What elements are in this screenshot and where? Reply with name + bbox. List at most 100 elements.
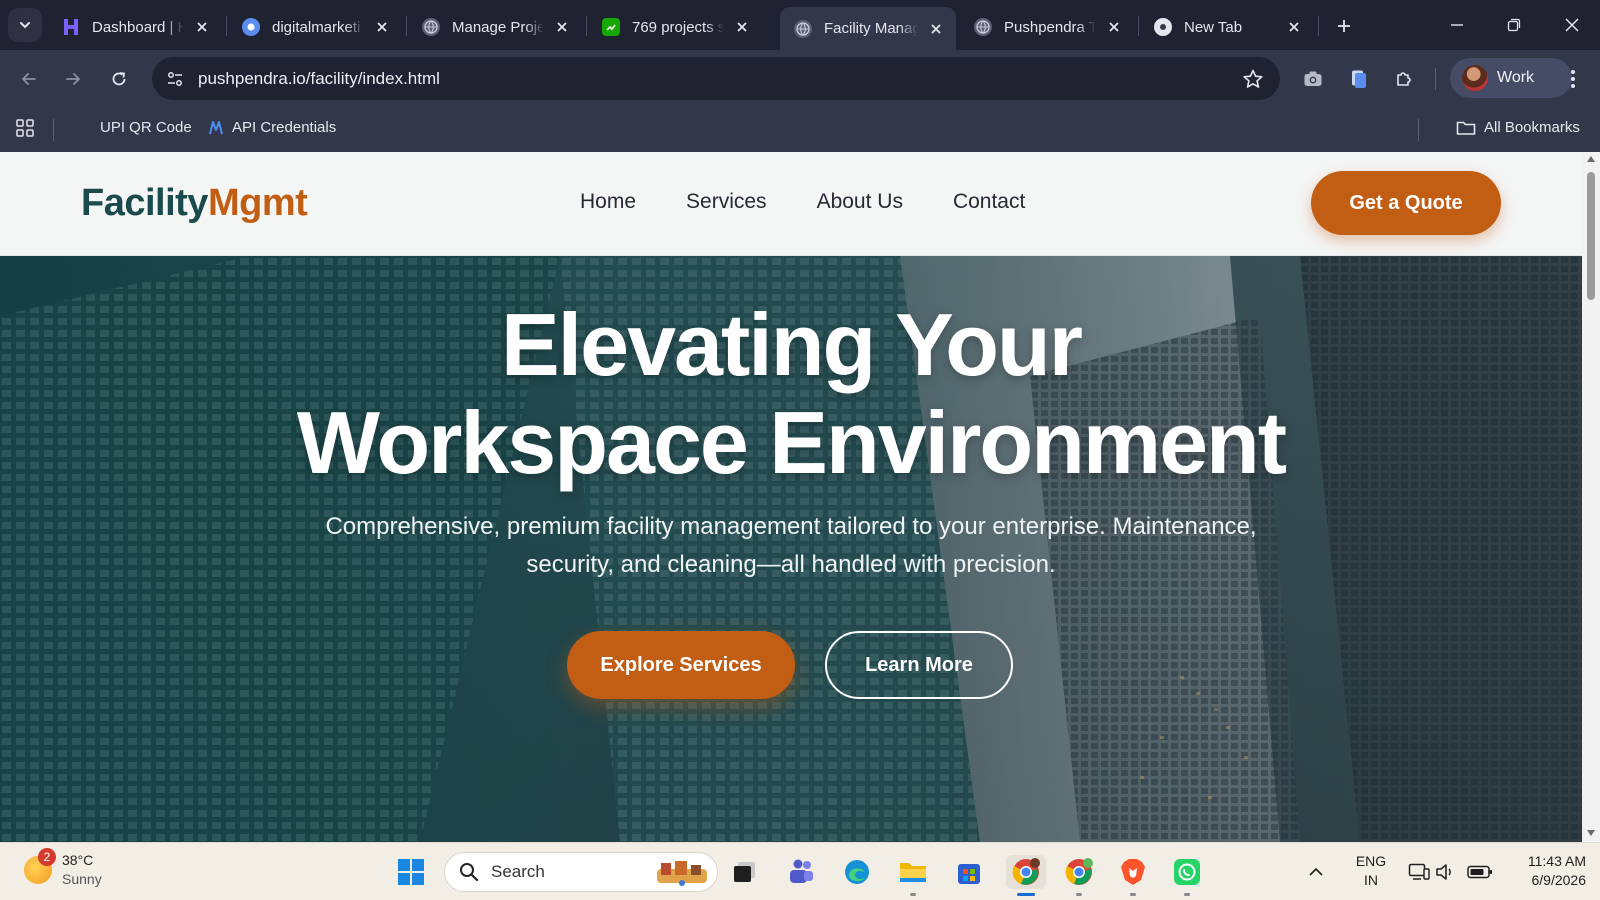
tab-separator — [226, 16, 227, 36]
new-tab-button[interactable] — [1332, 14, 1356, 38]
forward-button[interactable] — [58, 64, 88, 94]
edge-app-button[interactable] — [840, 855, 874, 889]
browser-tab[interactable]: Dashboard | H — [48, 7, 222, 47]
taskbar-search-box[interactable]: Search — [444, 852, 718, 892]
close-icon — [1565, 18, 1579, 32]
bookmark-favicon-icon — [209, 120, 223, 134]
restore-button[interactable] — [1499, 10, 1529, 40]
battery-button[interactable] — [1464, 855, 1496, 889]
whatsapp-icon — [1174, 859, 1200, 885]
windows-logo-icon — [398, 859, 424, 885]
close-tab-icon[interactable] — [926, 19, 946, 39]
page-viewport: FacilityMgmt Home Services About Us Cont… — [0, 152, 1582, 842]
running-indicator-active — [1017, 893, 1035, 896]
close-tab-icon[interactable] — [1284, 17, 1304, 37]
learn-more-button[interactable]: Learn More — [825, 631, 1013, 699]
close-tab-icon[interactable] — [552, 17, 572, 37]
weather-widget[interactable]: 2 38°C Sunny — [24, 848, 102, 889]
chrome-app-button-active[interactable] — [1006, 855, 1046, 889]
extensions-button[interactable] — [1389, 64, 1419, 94]
chrome-profile-app-button[interactable] — [1062, 855, 1096, 889]
close-tab-icon[interactable] — [372, 17, 392, 37]
region-code: IN — [1364, 872, 1378, 888]
language-indicator[interactable]: ENG IN — [1354, 852, 1388, 890]
bookmarks-bar: UPI QR Code API Credentials All Bookmark… — [0, 107, 1600, 152]
hero-title: Elevating Your Workspace Environment — [0, 296, 1582, 492]
restore-icon — [1507, 18, 1521, 32]
whatsapp-app-button[interactable] — [1170, 855, 1204, 889]
network-status-button[interactable] — [1406, 855, 1432, 889]
nav-link-home[interactable]: Home — [580, 190, 636, 214]
site-header: FacilityMgmt Home Services About Us Cont… — [0, 152, 1582, 256]
browser-tab[interactable]: New Tab — [1140, 7, 1314, 47]
folder-icon — [1456, 121, 1476, 135]
close-tab-icon[interactable] — [732, 17, 752, 37]
site-settings-icon[interactable] — [166, 70, 184, 88]
nav-link-services[interactable]: Services — [686, 190, 767, 214]
scroll-up-icon[interactable] — [1586, 154, 1596, 164]
brave-lion-icon — [1121, 859, 1145, 885]
start-button[interactable] — [394, 855, 428, 889]
tab-separator — [1318, 16, 1319, 36]
edge-icon — [845, 860, 869, 884]
close-window-button[interactable] — [1557, 10, 1587, 40]
plus-icon — [1338, 20, 1350, 32]
profile-button[interactable]: Work — [1450, 58, 1572, 98]
get-a-quote-button[interactable]: Get a Quote — [1311, 171, 1501, 235]
back-button[interactable] — [14, 64, 44, 94]
address-bar[interactable]: pushpendra.io/facility/index.html — [152, 57, 1280, 100]
nav-link-contact[interactable]: Contact — [953, 190, 1025, 214]
explore-services-button[interactable]: Explore Services — [567, 631, 795, 699]
tab-search-button[interactable] — [8, 8, 42, 42]
site-logo[interactable]: FacilityMgmt — [81, 182, 308, 225]
scrollbar-thumb[interactable] — [1587, 172, 1595, 300]
hero-subtitle: Comprehensive, premium facility manageme… — [325, 513, 1257, 578]
page-scrollbar[interactable] — [1582, 152, 1600, 842]
browser-tab[interactable]: digitalmarketi — [228, 7, 402, 47]
globe-icon — [422, 18, 440, 36]
close-tab-icon[interactable] — [192, 17, 212, 37]
bookmark-upi-qr-code[interactable]: UPI QR Code — [100, 119, 192, 136]
browser-tab-active[interactable]: Facility Manag — [780, 7, 956, 50]
globe-icon — [974, 18, 992, 36]
volume-button[interactable] — [1432, 855, 1458, 889]
all-bookmarks-button[interactable]: All Bookmarks — [1456, 119, 1580, 136]
scroll-down-icon[interactable] — [1586, 828, 1596, 838]
battery-icon — [1467, 865, 1492, 879]
folder-icon — [900, 863, 926, 882]
hostinger-icon — [62, 18, 80, 36]
brave-app-button[interactable] — [1116, 855, 1150, 889]
show-hidden-icons-button[interactable] — [1304, 855, 1328, 889]
browser-tab[interactable]: Pushpendra T — [960, 7, 1134, 47]
url-text[interactable]: pushpendra.io/facility/index.html — [198, 69, 440, 89]
running-indicator — [1184, 893, 1190, 896]
microsoft-store-button[interactable] — [952, 855, 986, 889]
profile-label: Work — [1497, 69, 1535, 86]
all-bookmarks-label: All Bookmarks — [1484, 119, 1580, 136]
teams-app-button[interactable] — [784, 855, 818, 889]
task-view-button[interactable] — [728, 855, 762, 889]
avatar — [1462, 65, 1488, 91]
search-highlight-icon — [657, 861, 707, 886]
bookmark-label: UPI QR Code — [100, 119, 192, 136]
browser-menu-button[interactable] — [1558, 64, 1588, 94]
apps-button[interactable] — [16, 119, 34, 137]
file-explorer-button[interactable] — [896, 855, 930, 889]
browser-tab[interactable]: 769 projects s — [588, 7, 762, 47]
screenshot-button[interactable] — [1298, 64, 1328, 94]
reload-button[interactable] — [104, 64, 134, 94]
chevron-up-icon — [1309, 867, 1323, 876]
minimize-button[interactable] — [1442, 10, 1472, 40]
nav-link-about-us[interactable]: About Us — [817, 190, 903, 214]
kebab-menu-icon — [1571, 70, 1575, 88]
tab-separator — [1138, 16, 1139, 36]
browser-tab[interactable]: Manage Proje — [408, 7, 582, 47]
speaker-icon — [1436, 864, 1451, 880]
bookmark-star-icon[interactable] — [1242, 68, 1264, 90]
site-icon — [242, 18, 260, 36]
running-indicator — [1130, 893, 1136, 896]
clock[interactable]: 11:43 AM 6/9/2026 — [1504, 852, 1586, 890]
close-tab-icon[interactable] — [1104, 17, 1124, 37]
extension-docs-button[interactable] — [1344, 64, 1374, 94]
bookmark-api-credentials[interactable]: API Credentials — [208, 119, 336, 136]
